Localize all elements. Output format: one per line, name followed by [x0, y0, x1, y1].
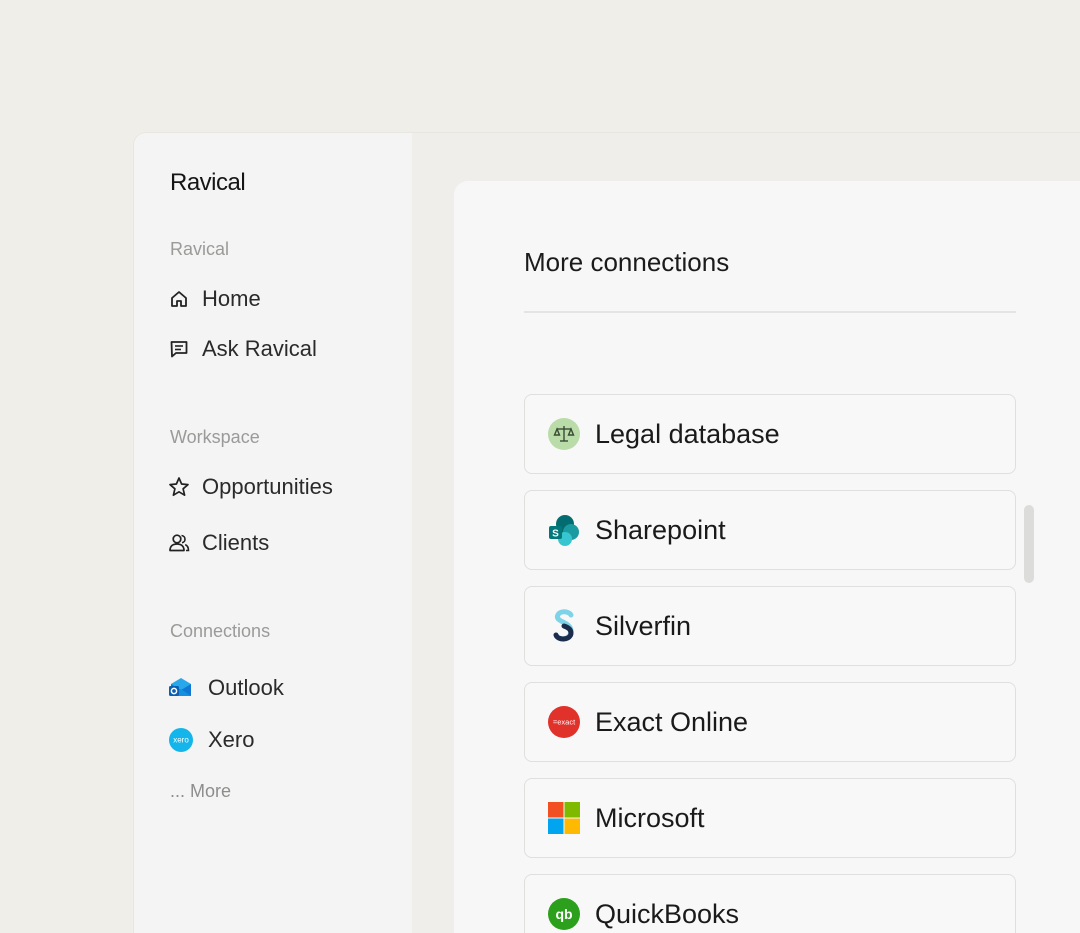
- home-icon: [168, 288, 190, 310]
- svg-text:qb: qb: [555, 906, 572, 922]
- connection-label: Microsoft: [595, 802, 705, 833]
- quickbooks-icon: qb: [547, 897, 581, 931]
- connection-label: QuickBooks: [595, 898, 740, 929]
- sidebar-item-xero[interactable]: xero Xero: [168, 727, 254, 753]
- sidebar-item-label: Ask Ravical: [202, 336, 317, 361]
- more-connections-link[interactable]: ... More: [170, 781, 231, 802]
- connection-card-microsoft[interactable]: Microsoft: [524, 778, 1016, 858]
- section-label-ravical: Ravical: [170, 239, 230, 259]
- silverfin-icon: [547, 609, 581, 643]
- microsoft-icon: [547, 801, 581, 835]
- outlook-icon: [168, 675, 194, 701]
- sidebar-item-label: Opportunities: [202, 474, 333, 499]
- exact-icon: =exact: [547, 705, 581, 739]
- logo: Ravical: [170, 169, 246, 196]
- connection-card-quickbooks[interactable]: qb QuickBooks: [524, 874, 1016, 933]
- connection-card-legal-database[interactable]: Legal database: [524, 394, 1016, 474]
- sidebar: Ravical Ravical Home Ask Ravical Workspa…: [134, 133, 412, 933]
- xero-icon: xero: [168, 727, 194, 753]
- connection-card-sharepoint[interactable]: S Sharepoint: [524, 490, 1016, 570]
- sidebar-item-label: Outlook: [208, 675, 284, 700]
- sidebar-item-label: Home: [202, 286, 261, 311]
- sidebar-item-label: Xero: [208, 727, 255, 752]
- sharepoint-icon: S: [547, 513, 581, 547]
- chat-icon: [168, 338, 190, 360]
- users-icon: [168, 532, 190, 554]
- sidebar-item-clients[interactable]: Clients: [168, 530, 269, 556]
- sidebar-item-outlook[interactable]: Outlook: [168, 675, 284, 701]
- app-window: Ravical Ravical Home Ask Ravical Workspa…: [134, 133, 1080, 933]
- connection-card-exact-online[interactable]: =exact Exact Online: [524, 682, 1016, 762]
- svg-text:=exact: =exact: [553, 718, 576, 727]
- connection-label: Legal database: [595, 418, 780, 449]
- sidebar-item-label: Clients: [202, 530, 270, 555]
- connections-panel: More connections Legal database S Sharep…: [454, 181, 1080, 933]
- section-label-connections: Connections: [170, 621, 271, 641]
- page-title: More connections: [524, 247, 730, 277]
- svg-text:S: S: [552, 529, 559, 540]
- connection-label: Sharepoint: [595, 514, 726, 545]
- connection-label: Silverfin: [595, 610, 692, 641]
- sidebar-item-home[interactable]: Home: [168, 286, 261, 312]
- scales-icon: [547, 417, 581, 451]
- divider: [524, 311, 1016, 313]
- connection-card-silverfin[interactable]: Silverfin: [524, 586, 1016, 666]
- scrollbar-thumb[interactable]: [1024, 505, 1034, 583]
- star-icon: [168, 476, 190, 498]
- sidebar-item-opportunities[interactable]: Opportunities: [168, 474, 333, 500]
- section-label-workspace: Workspace: [170, 427, 260, 447]
- svg-text:xero: xero: [173, 736, 189, 745]
- connection-label: Exact Online: [595, 706, 749, 737]
- sidebar-item-ask-ravical[interactable]: Ask Ravical: [168, 336, 317, 362]
